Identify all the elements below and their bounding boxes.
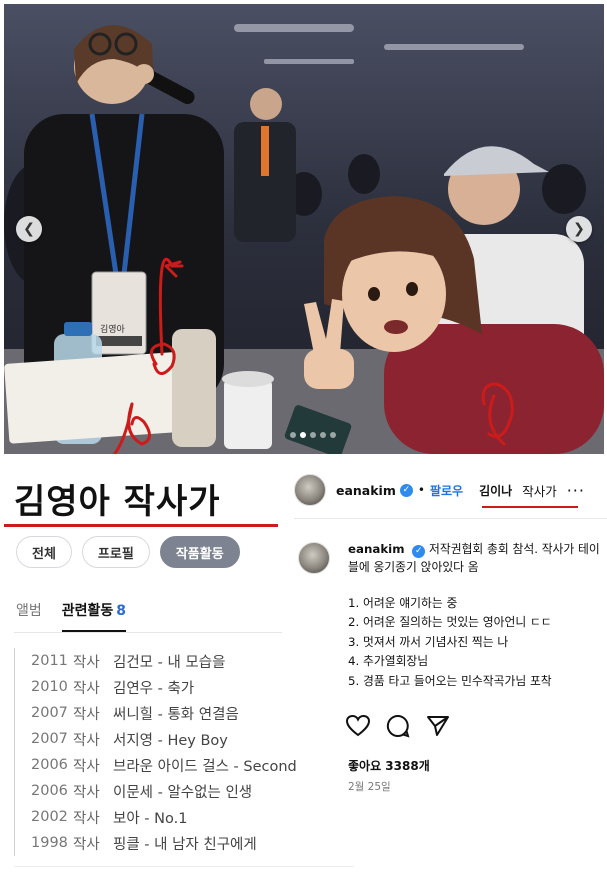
work-item[interactable]: 2002 작사 보아 - No.1 — [15, 804, 324, 830]
work-role: 작사 — [73, 732, 100, 749]
work-title: 서지영 - Hey Boy — [113, 732, 228, 749]
caption-line: 1. 어려운 얘기하는 중 — [348, 596, 458, 610]
work-item[interactable]: 2006 작사 브라운 아이드 걸스 - Second — [15, 752, 324, 778]
avatar[interactable] — [298, 542, 330, 574]
carousel-dot[interactable] — [320, 432, 326, 438]
tab-all[interactable]: 전체 — [16, 536, 72, 568]
name-badge-text: 김영아 — [100, 325, 125, 335]
post-actions — [345, 714, 450, 742]
caption-body: eanakim ✓ 저작권협회 총회 참석. 작사가 테이블에 옹기종기 앉아있… — [342, 540, 606, 691]
work-title: 브라운 아이드 걸스 - Second — [113, 758, 297, 775]
work-year: 2006 — [31, 783, 68, 799]
display-name: 김이나 — [479, 483, 513, 498]
work-role: 작사 — [73, 810, 100, 827]
profile-tabs: 전체 프로필 작품활동 — [16, 536, 240, 568]
red-underline-annotation — [4, 524, 278, 527]
caption-line: 4. 추가열회장님 — [348, 654, 429, 669]
divider — [14, 632, 282, 633]
instagram-post-panel: eanakim ✓ • 팔로우 김이나 작사가 ··· eanakim ✓ 저작… — [294, 454, 607, 874]
username-link[interactable]: eanakim — [336, 483, 396, 498]
tab-works[interactable]: 작품활동 — [159, 536, 240, 568]
divider — [294, 518, 607, 519]
work-year: 2007 — [31, 731, 68, 747]
tab-profile[interactable]: 프로필 — [81, 536, 150, 568]
work-item[interactable]: 2011 작사 김건모 - 내 모습을 — [15, 648, 324, 674]
work-title: 핑클 - 내 남자 친구에게 — [113, 836, 257, 853]
verified-badge-icon: ✓ — [412, 544, 426, 558]
work-year: 2011 — [31, 653, 68, 669]
work-title: 이문세 - 알수없는 인생 — [113, 784, 253, 801]
photo-illustration — [4, 4, 604, 454]
work-role: 작사 — [73, 784, 100, 801]
subtab-activities-label: 관련활동 — [61, 603, 114, 619]
follow-button[interactable]: 팔로우 — [430, 482, 463, 499]
caption-line: 5. 경품 타고 들어오는 민수작곡가님 포착 — [348, 673, 552, 688]
carousel-dots — [290, 432, 336, 438]
work-item-highlighted[interactable]: 2006 작사 이문세 - 알수없는 인생 — [11, 778, 324, 804]
work-title: 김연우 - 축가 — [113, 680, 195, 697]
separator-dot: • — [417, 483, 425, 497]
red-underline-annotation — [482, 506, 578, 508]
work-item[interactable]: 2007 작사 써니힐 - 통화 연결음 — [15, 700, 324, 726]
works-subtabs: 앨범 관련활동 8 — [16, 600, 127, 632]
username-link[interactable]: eanakim — [348, 542, 405, 556]
work-year: 1998 — [31, 835, 68, 851]
work-role: 작사 — [73, 680, 100, 697]
caption-line: 3. 멋져서 까서 기념사진 찍는 나 — [348, 634, 509, 649]
post-photo[interactable]: 김영아 ❮ ❯ — [4, 4, 604, 454]
carousel-dot[interactable] — [310, 432, 316, 438]
subtab-activities[interactable]: 관련활동 8 — [61, 600, 127, 632]
verified-badge-icon: ✓ — [399, 483, 413, 497]
like-count[interactable]: 좋아요 3388개 — [348, 757, 430, 774]
share-icon[interactable] — [426, 715, 450, 741]
lyricist-profile-panel: 김영아 작사가 전체 프로필 작품활동 앨범 관련활동 8 2011 작사 김건모… — [4, 454, 354, 874]
work-role: 작사 — [73, 758, 100, 775]
chevron-left-icon[interactable]: ❮ — [16, 216, 42, 242]
post-header: eanakim ✓ • 팔로우 김이나 작사가 ··· — [294, 470, 607, 510]
carousel-dot[interactable] — [330, 432, 336, 438]
avatar[interactable] — [294, 474, 326, 506]
work-title: 써니힐 - 통화 연결음 — [113, 706, 239, 723]
work-item[interactable]: 2007 작사 서지영 - Hey Boy — [15, 726, 324, 752]
post-date: 2월 25일 — [348, 781, 391, 793]
subtab-album[interactable]: 앨범 — [16, 600, 42, 632]
caption-line-highlighted: 2. 어려운 질의하는 멋있는 영아언니 ㄷㄷ — [342, 613, 606, 634]
display-subtitle: 작사가 — [522, 483, 557, 499]
work-role: 작사 — [73, 654, 100, 671]
carousel-dot[interactable] — [290, 432, 296, 438]
comment-icon[interactable] — [386, 714, 410, 742]
activities-count: 8 — [116, 603, 127, 619]
work-item[interactable]: 2010 작사 김연우 - 축가 — [15, 674, 324, 700]
work-item[interactable]: 1998 작사 핑클 - 내 남자 친구에게 — [15, 830, 324, 856]
work-role: 작사 — [73, 706, 100, 723]
heart-icon[interactable] — [345, 714, 371, 741]
carousel-dot-active[interactable] — [300, 432, 306, 438]
work-year: 2007 — [31, 705, 68, 721]
work-role: 작사 — [73, 836, 100, 853]
more-options-icon[interactable]: ··· — [567, 481, 585, 500]
work-year: 2006 — [31, 757, 68, 773]
work-year: 2002 — [31, 809, 68, 825]
works-list: 2011 작사 김건모 - 내 모습을 2010 작사 김연우 - 축가 200… — [11, 648, 324, 856]
work-title: 보아 - No.1 — [113, 810, 188, 827]
chevron-right-icon[interactable]: ❯ — [566, 216, 592, 242]
caption-list: 1. 어려운 얘기하는 중 2. 어려운 질의하는 멋있는 영아언니 ㄷㄷ 3.… — [342, 594, 606, 691]
work-title: 김건모 - 내 모습을 — [113, 654, 226, 671]
page-title: 김영아 작사가 — [14, 482, 221, 522]
work-year: 2010 — [31, 679, 68, 695]
